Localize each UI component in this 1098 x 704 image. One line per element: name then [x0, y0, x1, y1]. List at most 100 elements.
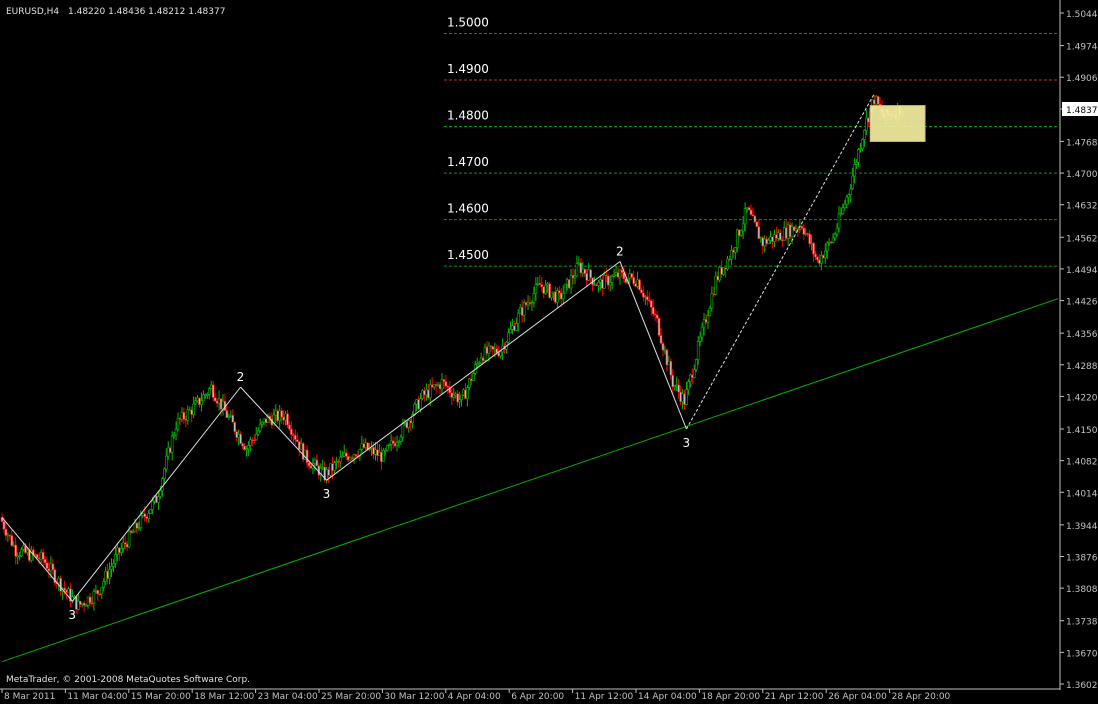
candle-body	[831, 237, 835, 243]
candle-body	[88, 596, 92, 604]
candle-body	[558, 290, 561, 294]
candle-body	[843, 203, 847, 209]
candle-body	[333, 462, 336, 471]
candle-body	[100, 586, 104, 595]
candle-body	[863, 130, 866, 140]
candle-body	[851, 175, 854, 190]
symbol-label: EURUSD,H4	[6, 7, 59, 17]
candle-body	[96, 589, 100, 595]
candle-body	[603, 274, 606, 289]
candlestick-chart[interactable]: 1.50001.49001.48001.47001.46001.4500 323…	[0, 0, 1098, 704]
candle-body	[696, 341, 700, 360]
time-label: 25 Mar 20:00	[321, 692, 381, 702]
time-label: 21 Apr 12:00	[765, 692, 824, 702]
candle-body	[176, 418, 180, 430]
candle-body	[43, 559, 47, 564]
level-label: 1.4600	[447, 202, 489, 216]
candle-body	[233, 421, 237, 432]
price-label: 1.42880	[1066, 362, 1098, 372]
candle-body	[247, 445, 250, 450]
candle-body	[63, 587, 66, 591]
candle-body	[561, 292, 565, 300]
candle-body	[540, 284, 544, 288]
candle-body	[460, 394, 463, 400]
candle-body	[151, 500, 154, 510]
candle-body	[339, 456, 342, 462]
candle-body	[853, 164, 856, 177]
price-label: 1.47680	[1066, 138, 1098, 148]
candle-body	[857, 149, 860, 163]
candle-body	[649, 300, 653, 308]
candle-body	[534, 283, 538, 294]
candle-body	[200, 400, 203, 405]
candle-body	[632, 277, 635, 284]
candle-body	[532, 293, 536, 303]
candle-body	[753, 215, 757, 223]
candle-body	[671, 374, 675, 388]
candle-body	[147, 513, 150, 519]
candle-body	[692, 369, 696, 378]
candle-body	[638, 279, 641, 291]
price-label: 1.38760	[1066, 554, 1098, 564]
time-label: 11 Mar 04:00	[67, 692, 127, 702]
candle-body	[207, 388, 211, 395]
candle-body	[442, 379, 446, 382]
price-label: 1.43560	[1066, 330, 1098, 340]
candle-body	[452, 394, 456, 398]
level-label: 1.4700	[447, 155, 489, 169]
candle-body	[401, 423, 405, 438]
candle-body	[841, 207, 845, 215]
candle-body	[174, 428, 178, 436]
candle-body	[700, 326, 704, 338]
price-label: 1.41500	[1066, 426, 1098, 436]
candle-body	[163, 468, 166, 479]
candle-body	[708, 307, 712, 317]
candle-body	[726, 258, 729, 270]
candle-body	[509, 328, 512, 334]
candle-body	[812, 242, 815, 255]
current-price-label: 1.48377	[1066, 106, 1098, 116]
candle-body	[305, 449, 309, 463]
candle-body	[45, 562, 49, 569]
wave-label: 3	[68, 608, 76, 622]
candle-body	[2, 521, 6, 530]
candle-body	[382, 449, 385, 462]
candle-body	[734, 247, 737, 253]
candle-body	[550, 292, 553, 299]
candle-body	[110, 566, 113, 570]
level-label: 1.4900	[447, 62, 489, 76]
candle-body	[808, 233, 811, 245]
price-label: 1.36700	[1066, 649, 1098, 659]
candle-body	[194, 400, 197, 405]
candle-body	[458, 399, 461, 403]
price-label: 1.40820	[1066, 458, 1098, 468]
candle-body	[186, 409, 190, 421]
candle-body	[170, 435, 174, 453]
candle-body	[127, 530, 131, 548]
chart-window[interactable]: 1.5000 1.4900 1.4800 1.4700 1.4600 1.4500 323…	[0, 0, 1098, 704]
candle-body	[835, 227, 839, 235]
level-label: 1.4500	[447, 248, 489, 262]
candle-body	[307, 462, 311, 467]
candle-body	[211, 384, 215, 398]
candle-body	[213, 397, 217, 402]
candle-body	[444, 381, 448, 387]
candle-body	[41, 551, 45, 560]
candle-body	[837, 213, 841, 229]
candle-body	[855, 161, 858, 165]
candle-body	[315, 459, 319, 467]
candle-body	[515, 323, 518, 331]
candle-body	[10, 535, 14, 546]
candle-body	[108, 569, 111, 579]
candle-body	[471, 373, 475, 382]
candle-body	[749, 209, 753, 215]
candle-body	[630, 273, 633, 278]
candle-body	[419, 398, 422, 410]
time-label: 18 Mar 12:00	[194, 692, 254, 702]
candle-body	[92, 591, 96, 604]
candle-body	[687, 381, 690, 390]
candle-body	[51, 563, 55, 571]
candle-body	[399, 436, 403, 442]
candle-body	[544, 284, 547, 294]
candle-body	[677, 384, 680, 393]
